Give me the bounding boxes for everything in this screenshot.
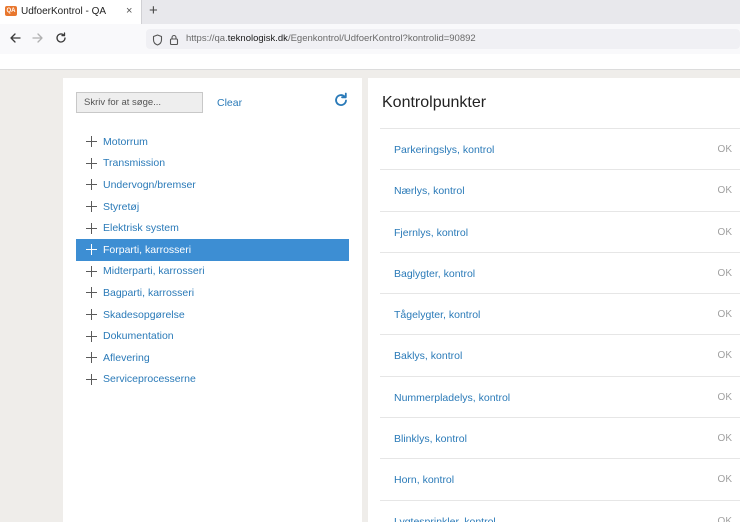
url-domain: teknologisk.dk: [227, 33, 288, 44]
status-badge: OK: [717, 474, 732, 486]
tree-item-label: Elektrisk system: [103, 222, 179, 235]
tree-item-label: Bagparti, karrosseri: [103, 286, 195, 299]
checkpoints-panel: Kontrolpunkter Parkeringslys, kontrol OK N…: [368, 78, 740, 522]
checkpoint-row[interactable]: Tågelygter, kontrol OK: [380, 293, 740, 334]
reload-icon[interactable]: [53, 30, 69, 46]
checkpoint-row[interactable]: Baglygter, kontrol OK: [380, 251, 740, 293]
checkpoint-row[interactable]: Parkeringslys, kontrol OK: [380, 128, 740, 169]
tree-item-label: Styretøj: [103, 200, 140, 213]
tree-item-label: Aflevering: [103, 351, 150, 364]
expand-plus-icon[interactable]: [86, 244, 97, 256]
tree-item[interactable]: Styretøj: [76, 196, 349, 218]
expand-plus-icon[interactable]: [86, 136, 97, 148]
expand-plus-icon[interactable]: [86, 373, 97, 385]
tree-item[interactable]: Undervogn/bremser: [76, 174, 349, 196]
status-badge: OK: [717, 185, 732, 197]
tree-item-label: Transmission: [103, 157, 166, 170]
category-sidebar: Clear Motorrum Transmission Undervogn/brem…: [63, 78, 362, 522]
tree-item-label: Forparti, karrosseri: [103, 243, 192, 256]
expand-plus-icon[interactable]: [86, 287, 97, 299]
tree-item[interactable]: Serviceprocesserne: [76, 369, 349, 391]
expand-plus-icon[interactable]: [86, 330, 97, 342]
tree-item-label: Serviceprocesserne: [103, 373, 196, 386]
checkpoint-label[interactable]: Lygtesprinkler, kontrol: [394, 516, 496, 522]
checkpoint-label[interactable]: Parkeringslys, kontrol: [394, 144, 494, 156]
tree-item[interactable]: Elektrisk system: [76, 217, 349, 239]
new-tab-button[interactable]: +: [149, 2, 158, 20]
checkpoint-label[interactable]: Baklys, kontrol: [394, 350, 462, 362]
checkpoint-label[interactable]: Nærlys, kontrol: [394, 185, 465, 197]
url-text: https://qa.teknologisk.dk/Egenkontrol/Ud…: [186, 33, 476, 44]
forward-arrow-icon[interactable]: [30, 30, 46, 46]
checkpoint-list: Parkeringslys, kontrol OK Nærlys, kontrol O…: [380, 128, 740, 522]
address-bar[interactable]: https://qa.teknologisk.dk/Egenkontrol/Ud…: [146, 29, 740, 49]
status-badge: OK: [717, 515, 732, 522]
expand-plus-icon[interactable]: [86, 265, 97, 277]
checkpoint-row[interactable]: Nummerpladelys, kontrol OK: [380, 375, 740, 417]
checkpoint-label[interactable]: Horn, kontrol: [394, 474, 454, 486]
shield-icon[interactable]: [152, 33, 163, 51]
expand-plus-icon[interactable]: [86, 179, 97, 191]
expand-plus-icon[interactable]: [86, 222, 97, 234]
status-badge: OK: [717, 267, 732, 279]
status-badge: OK: [717, 350, 732, 362]
checkpoint-row[interactable]: Nærlys, kontrol OK: [380, 169, 740, 210]
tree-item[interactable]: Dokumentation: [76, 325, 349, 347]
browser-nav-bar: https://qa.teknologisk.dk/Egenkontrol/Ud…: [0, 24, 740, 54]
checkpoint-row[interactable]: Horn, kontrol OK: [380, 458, 740, 499]
status-badge: OK: [717, 144, 732, 155]
tree-item[interactable]: Transmission: [76, 153, 349, 175]
tree-item-label: Midterparti, karrosseri: [103, 265, 205, 278]
back-arrow-icon[interactable]: [7, 30, 23, 46]
checkpoint-label[interactable]: Blinklys, kontrol: [394, 433, 467, 445]
clear-button[interactable]: Clear: [217, 97, 242, 109]
tree-item-label: Motorrum: [103, 135, 148, 148]
browser-tab[interactable]: QA UdfoerKontrol - QA ×: [0, 0, 142, 24]
tree-item[interactable]: Midterparti, karrosseri: [76, 261, 349, 283]
checkpoint-label[interactable]: Nummerpladelys, kontrol: [394, 392, 510, 404]
checkpoint-row[interactable]: Baklys, kontrol OK: [380, 334, 740, 375]
status-badge: OK: [717, 309, 732, 321]
qa-favicon-icon: QA: [5, 6, 17, 16]
tab-close-icon[interactable]: ×: [126, 4, 132, 18]
checkpoint-label[interactable]: Tågelygter, kontrol: [394, 309, 480, 321]
page-top-strip: [0, 54, 740, 70]
tree-item[interactable]: Aflevering: [76, 347, 349, 369]
checkpoint-row[interactable]: Blinklys, kontrol OK: [380, 417, 740, 458]
expand-plus-icon[interactable]: [86, 201, 97, 213]
checkpoint-row[interactable]: Fjernlys, kontrol OK: [380, 210, 740, 252]
expand-plus-icon[interactable]: [86, 352, 97, 364]
page-title: Kontrolpunkter: [382, 94, 487, 111]
category-tree: Motorrum Transmission Undervogn/bremser Sty…: [76, 131, 349, 390]
tree-item-label: Undervogn/bremser: [103, 178, 196, 191]
tree-item-label: Dokumentation: [103, 330, 174, 343]
tab-title: UdfoerKontrol - QA: [21, 6, 107, 17]
status-badge: OK: [717, 226, 732, 238]
search-input[interactable]: [76, 92, 203, 113]
status-badge: OK: [717, 433, 732, 445]
expand-plus-icon[interactable]: [86, 157, 97, 169]
lock-icon[interactable]: [169, 33, 179, 51]
checkpoint-row[interactable]: Lygtesprinkler, kontrol OK: [380, 499, 740, 522]
checkpoint-label[interactable]: Fjernlys, kontrol: [394, 227, 468, 239]
expand-plus-icon[interactable]: [86, 309, 97, 321]
refresh-icon[interactable]: [333, 92, 349, 108]
browser-tab-bar: QA UdfoerKontrol - QA × +: [0, 0, 740, 24]
status-badge: OK: [717, 391, 732, 403]
tree-item[interactable]: Motorrum: [76, 131, 349, 153]
tree-item[interactable]: Forparti, karrosseri: [76, 238, 349, 261]
tree-item[interactable]: Skadesopgørelse: [76, 304, 349, 326]
tree-item[interactable]: Bagparti, karrosseri: [76, 282, 349, 304]
tree-item-label: Skadesopgørelse: [103, 308, 185, 321]
checkpoint-label[interactable]: Baglygter, kontrol: [394, 268, 475, 280]
